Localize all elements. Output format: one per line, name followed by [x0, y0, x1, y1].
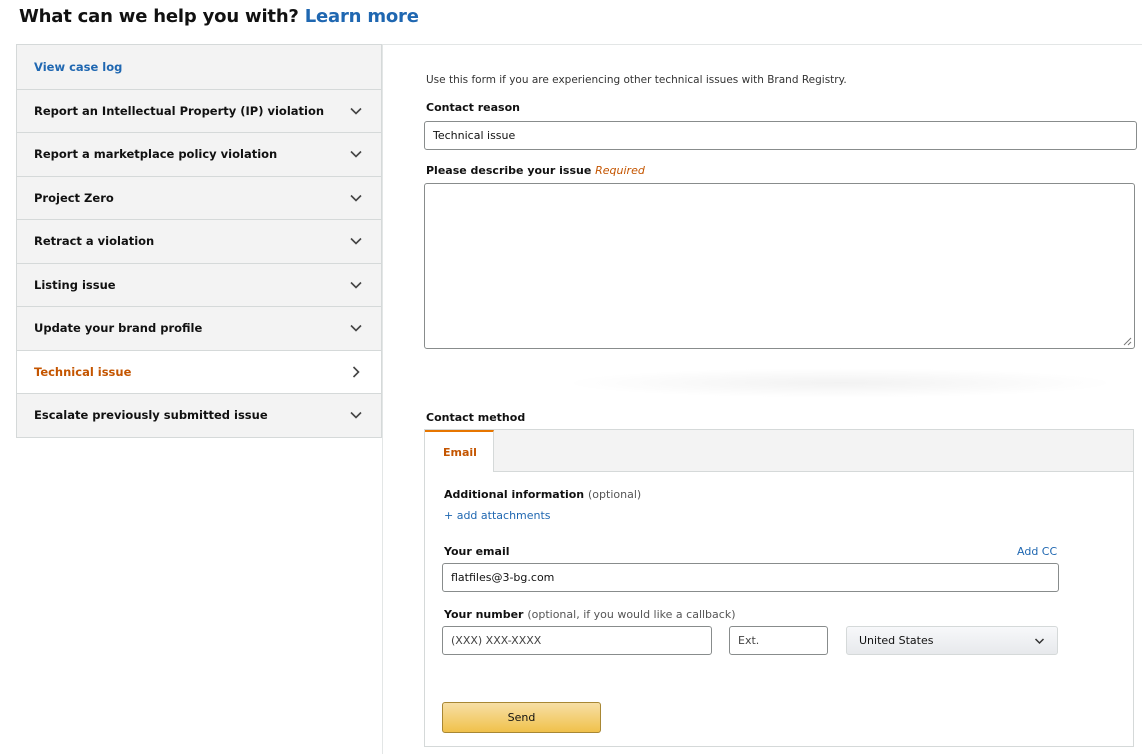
sidebar-item-label: Report an Intellectual Property (IP) vio…: [34, 103, 325, 118]
sidebar-item-label: Listing issue: [34, 277, 116, 292]
sidebar-item-label: Retract a violation: [34, 234, 155, 249]
section-separator-shadow: [560, 368, 1120, 398]
sidebar-item-retract-violation[interactable]: Retract a violation: [17, 219, 381, 263]
learn-more-link[interactable]: Learn more: [305, 6, 419, 27]
chevron-down-icon: [350, 238, 362, 245]
country-select[interactable]: United States: [846, 626, 1058, 655]
describe-issue-label: Please describe your issue Required: [426, 164, 645, 177]
chevron-down-icon: [350, 151, 362, 158]
additional-info-optional: (optional): [588, 488, 642, 501]
page-title-text: What can we help you with?: [19, 6, 299, 27]
additional-info-label-text: Additional information: [444, 488, 585, 501]
sidebar-item-label: View case log: [34, 59, 123, 74]
chevron-down-icon: [350, 194, 362, 202]
sidebar-item-label: Report a marketplace policy violation: [34, 147, 278, 162]
required-indicator: Required: [595, 164, 645, 177]
your-email-label: Your email: [444, 545, 510, 558]
sidebar-item-report-marketplace-violation[interactable]: Report a marketplace policy violation: [17, 132, 381, 176]
sidebar-item-listing-issue[interactable]: Listing issue: [17, 262, 381, 306]
tab-email[interactable]: Email: [425, 430, 494, 472]
sidebar-item-technical-issue[interactable]: Technical issue: [17, 349, 381, 393]
chevron-down-icon: [1034, 637, 1045, 644]
sidebar: View case log Report an Intellectual Pro…: [16, 44, 382, 438]
chevron-down-icon: [350, 107, 362, 115]
your-number-optional: (optional, if you would like a callback): [527, 608, 736, 621]
contact-reason-label: Contact reason: [426, 101, 520, 114]
sidebar-item-label: Escalate previously submitted issue: [34, 408, 268, 423]
contact-method-label: Contact method: [426, 411, 526, 424]
add-cc-link[interactable]: Add CC: [1017, 545, 1057, 558]
phone-extension-input[interactable]: Ext.: [729, 626, 828, 655]
your-number-label: Your number (optional, if you would like…: [444, 608, 736, 621]
chevron-down-icon: [350, 412, 362, 419]
sidebar-item-report-ip-violation[interactable]: Report an Intellectual Property (IP) vio…: [17, 88, 381, 132]
contact-method-panel: Email Additional information (optional) …: [424, 429, 1134, 747]
content-divider: [382, 44, 383, 754]
page-title: What can we help you with? Learn more: [19, 6, 419, 27]
sidebar-item-label: Update your brand profile: [34, 321, 203, 336]
chevron-right-icon: [352, 366, 360, 378]
sidebar-item-escalate-issue[interactable]: Escalate previously submitted issue: [17, 393, 381, 437]
sidebar-item-view-case-log[interactable]: View case log: [17, 45, 381, 89]
sidebar-item-project-zero[interactable]: Project Zero: [17, 175, 381, 219]
form-intro-text: Use this form if you are experiencing ot…: [426, 74, 847, 86]
resize-handle-icon[interactable]: [1123, 337, 1132, 346]
describe-issue-textarea[interactable]: [424, 183, 1135, 349]
sidebar-item-update-brand-profile[interactable]: Update your brand profile: [17, 306, 381, 350]
sidebar-item-label: Technical issue: [34, 364, 132, 379]
content-top-divider: [382, 44, 1142, 45]
describe-issue-label-text: Please describe your issue: [426, 164, 592, 177]
chevron-down-icon: [350, 281, 362, 289]
phone-number-input[interactable]: (XXX) XXX-XXXX: [442, 626, 712, 655]
additional-info-label: Additional information (optional): [444, 488, 641, 501]
country-select-value: United States: [859, 634, 934, 647]
email-field[interactable]: flatfiles@3-bg.com: [442, 563, 1059, 592]
contact-method-tabbar: Email: [425, 430, 1133, 472]
send-button[interactable]: Send: [442, 702, 601, 733]
your-number-label-text: Your number: [444, 608, 524, 621]
chevron-down-icon: [350, 325, 362, 332]
sidebar-item-label: Project Zero: [34, 190, 114, 205]
contact-reason-field[interactable]: Technical issue: [424, 121, 1137, 150]
add-attachments-link[interactable]: + add attachments: [444, 509, 551, 522]
